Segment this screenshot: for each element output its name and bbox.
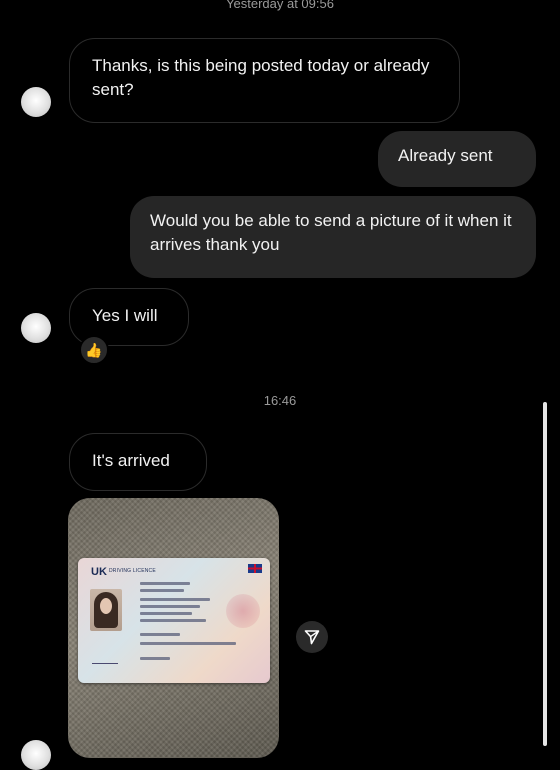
thumbs-up-icon[interactable]: 👍 — [79, 335, 109, 365]
avatar[interactable] — [21, 87, 51, 117]
scrollbar[interactable] — [543, 402, 547, 746]
card-text-line — [140, 582, 190, 585]
flag-icon — [248, 564, 262, 573]
message-outgoing-1[interactable]: Already sent — [378, 131, 536, 187]
card-text-line — [140, 589, 184, 592]
message-outgoing-2[interactable]: Would you be able to send a picture of i… — [130, 196, 536, 278]
card-portrait — [90, 589, 122, 631]
card-text-line — [140, 619, 206, 622]
message-incoming-3[interactable]: It's arrived — [69, 433, 207, 491]
card-text-line — [140, 633, 180, 636]
card-title: DRIVING LICENCE — [109, 568, 156, 574]
card-country: UK — [91, 566, 107, 578]
licence-card-image: UK DRIVING LICENCE — [78, 558, 270, 683]
card-text-line — [140, 657, 170, 660]
card-text-line — [140, 598, 210, 601]
card-text-line — [140, 612, 192, 615]
card-hologram — [226, 594, 260, 628]
message-incoming-1[interactable]: Thanks, is this being posted today or al… — [69, 38, 460, 123]
card-text-line — [140, 605, 200, 608]
timestamp-top: Yesterday at 09:56 — [226, 0, 334, 11]
avatar[interactable] — [21, 313, 51, 343]
send-icon[interactable] — [296, 621, 328, 653]
card-signature — [92, 651, 118, 664]
photo-attachment[interactable]: UK DRIVING LICENCE — [68, 498, 279, 758]
card-text-line — [140, 642, 236, 645]
avatar[interactable] — [21, 740, 51, 770]
timestamp-mid: 16:46 — [263, 393, 297, 408]
